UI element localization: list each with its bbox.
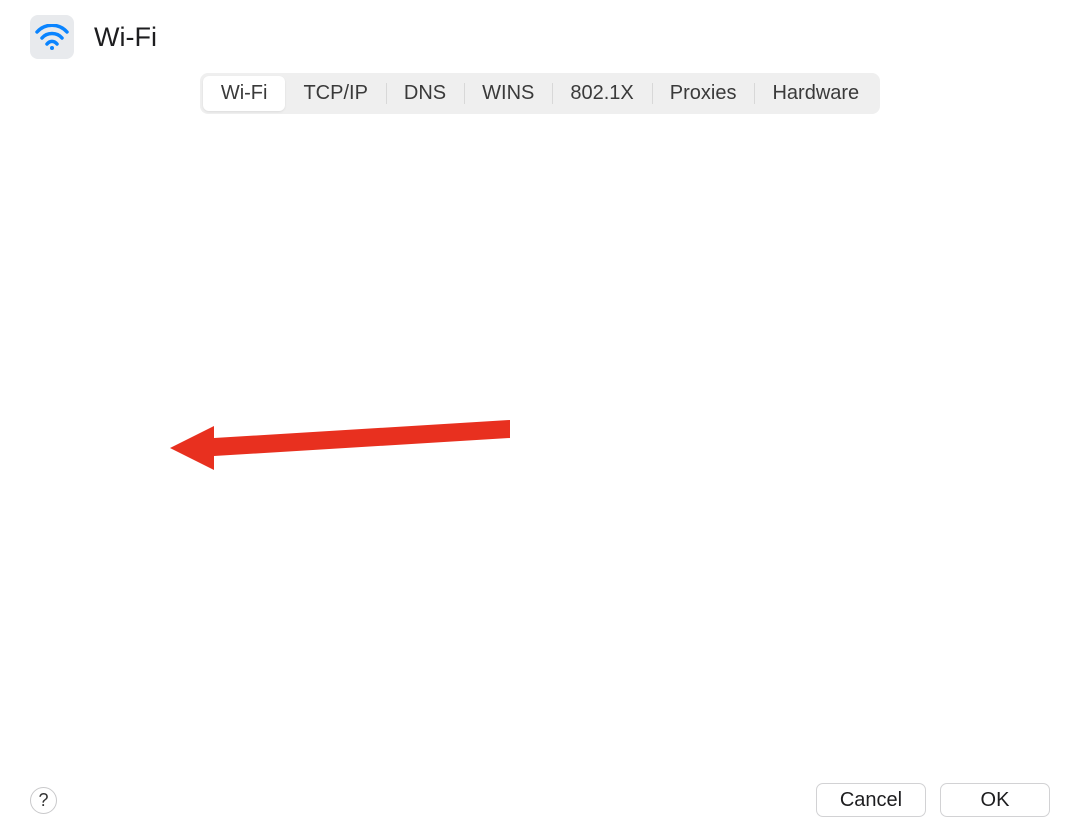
remove-network-button[interactable]: − <box>169 411 206 441</box>
cancel-button[interactable]: Cancel <box>816 783 926 817</box>
action-buttons: Cancel OK <box>816 783 1050 817</box>
tabs: Wi-Fi TCP/IP DNS WINS 802.1X Proxies Har… <box>200 73 880 114</box>
turn-wifi-row: Turn Wi-Fi on or off <box>157 612 949 636</box>
add-network-button[interactable]: + <box>132 411 169 441</box>
table-row[interactable] <box>150 318 930 346</box>
table-header: Network Name Security Auto-Join <box>134 189 946 228</box>
tabs-container: Wi-Fi TCP/IP DNS WINS 802.1X Proxies Har… <box>0 73 1080 114</box>
tab-tcpip[interactable]: TCP/IP <box>285 76 385 111</box>
admin-auth-options: Change networks Turn Wi-Fi on or off <box>131 576 949 636</box>
legacy-networks-checkbox[interactable] <box>131 501 154 524</box>
tab-8021x[interactable]: 802.1X <box>552 76 651 111</box>
tab-dns[interactable]: DNS <box>386 76 464 111</box>
mac-address-value: 9c:3e:53:82:03:39 <box>332 656 500 679</box>
window-header: Wi-Fi <box>0 0 1080 69</box>
legacy-networks-label: Show legacy networks and options <box>164 500 487 524</box>
column-security[interactable]: Security <box>530 197 785 219</box>
table-body <box>134 228 946 380</box>
tab-wifi[interactable]: Wi-Fi <box>203 76 286 111</box>
column-network-name[interactable]: Network Name <box>150 197 530 219</box>
change-networks-label: Change networks <box>190 576 353 600</box>
drag-hint: Drag networks into the order you prefer. <box>221 416 556 438</box>
turn-wifi-checkbox[interactable] <box>157 613 180 636</box>
remember-networks-checkbox[interactable] <box>131 465 154 488</box>
column-autojoin[interactable]: Auto-Join <box>785 197 930 219</box>
legacy-networks-row: Show legacy networks and options <box>131 500 949 524</box>
table-footer: + − Drag networks into the order you pre… <box>131 411 949 442</box>
turn-wifi-label: Turn Wi-Fi on or off <box>190 612 370 636</box>
table-row[interactable] <box>150 262 930 290</box>
content-panel: Preferred Networks: Network Name Securit… <box>30 96 1050 748</box>
preferred-networks-label: Preferred Networks: <box>131 152 949 176</box>
mac-address-label: Wi-Fi MAC Address: <box>131 656 320 679</box>
page-title: Wi-Fi <box>94 22 157 53</box>
table-row[interactable] <box>150 234 930 262</box>
remember-networks-row: Remember networks this computer has join… <box>131 464 949 488</box>
footer-bar: ? Cancel OK <box>0 783 1080 817</box>
change-networks-row: Change networks <box>157 576 949 600</box>
table-row[interactable] <box>150 290 930 318</box>
change-networks-checkbox[interactable] <box>157 577 180 600</box>
tab-hardware[interactable]: Hardware <box>754 76 877 111</box>
help-button[interactable]: ? <box>30 787 57 814</box>
tab-wins[interactable]: WINS <box>464 76 552 111</box>
mac-address-row: Wi-Fi MAC Address: 9c:3e:53:82:03:39 <box>131 656 949 680</box>
annotation-arrow-icon <box>170 400 530 480</box>
ok-button[interactable]: OK <box>940 783 1050 817</box>
add-remove-buttons: + − <box>131 411 207 442</box>
wifi-icon <box>30 15 74 59</box>
remember-networks-label: Remember networks this computer has join… <box>164 464 591 488</box>
check-icon <box>135 468 151 484</box>
tab-proxies[interactable]: Proxies <box>652 76 755 111</box>
options-section: Remember networks this computer has join… <box>131 464 949 680</box>
wifi-settings-window: Wi-Fi Wi-Fi TCP/IP DNS WINS 802.1X Proxi… <box>0 0 1080 833</box>
table-row[interactable] <box>150 346 930 374</box>
admin-auth-label: Require administrator authorisation to: <box>131 542 949 566</box>
preferred-networks-table[interactable]: Network Name Security Auto-Join <box>131 186 949 411</box>
